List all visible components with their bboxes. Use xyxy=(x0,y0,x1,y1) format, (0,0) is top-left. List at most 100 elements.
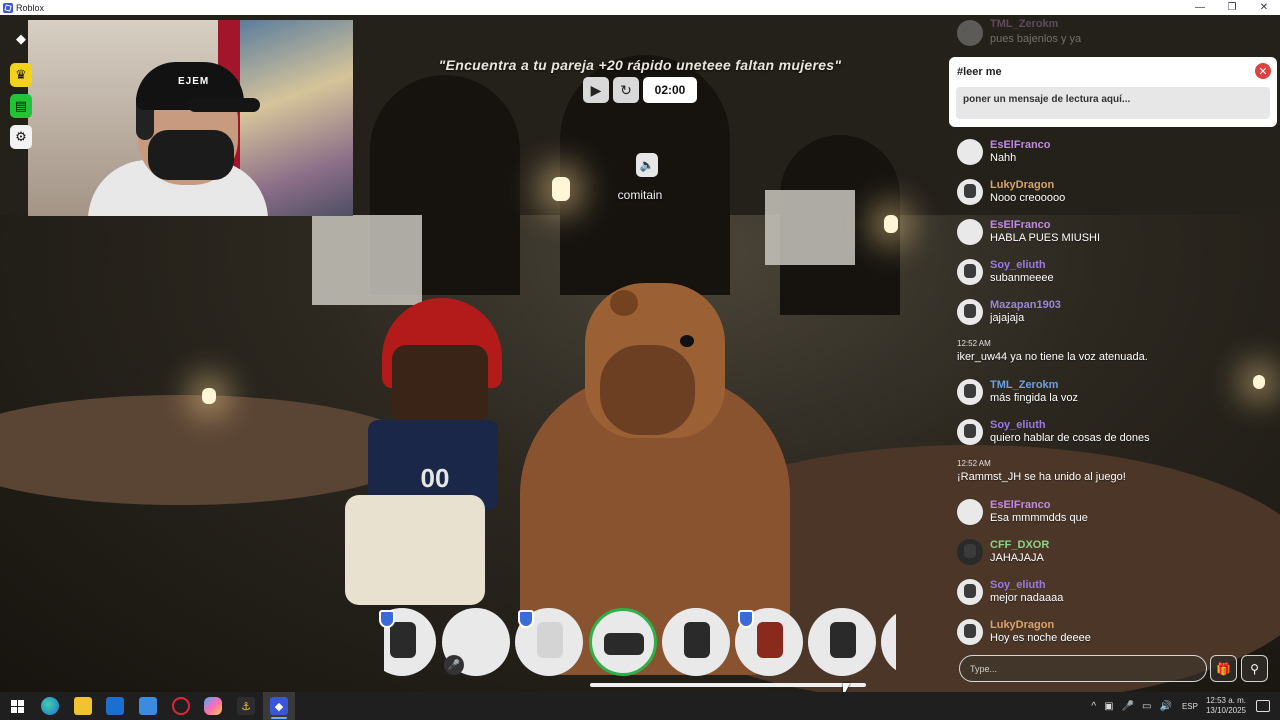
chat-message: LukyDragon Hoy es noche deeee xyxy=(957,618,1277,658)
chat-input[interactable]: Type... xyxy=(959,655,1207,682)
window-controls: — ❐ ✕ xyxy=(1184,0,1280,15)
lamp-1 xyxy=(552,177,570,201)
avatar-jersey-number: 00 xyxy=(420,463,450,493)
carousel-scrollbar[interactable] xyxy=(590,683,866,687)
network-icon[interactable]: ▭ xyxy=(1142,701,1151,712)
gift-button[interactable]: 🎁 xyxy=(1210,655,1237,682)
chat-icon[interactable]: ▤ xyxy=(10,94,32,118)
roblox-app-icon xyxy=(3,2,13,13)
chat-username[interactable]: Soy_eliuth xyxy=(990,579,1046,591)
chat-message: EsElFranco HABLA PUES MIUSHI xyxy=(957,218,1277,258)
avatar[interactable] xyxy=(957,139,983,165)
chat-username[interactable]: Mazapan1903 xyxy=(990,299,1061,311)
chat-text: más fingida la voz xyxy=(990,392,1079,404)
chat-username[interactable]: LukyDragon xyxy=(990,179,1054,191)
notification-icon[interactable] xyxy=(1256,700,1270,712)
chat-username[interactable]: EsElFranco xyxy=(990,219,1051,231)
chat-message: CFF_DXOR JAHAJAJA xyxy=(957,538,1277,578)
play-button[interactable]: ▶ xyxy=(583,77,609,103)
avatar[interactable] xyxy=(957,539,983,565)
player-avatar[interactable] xyxy=(662,608,730,676)
avatar-figure xyxy=(537,622,563,658)
shield-icon xyxy=(738,610,754,628)
crown-icon[interactable]: ♛ xyxy=(10,63,32,87)
shield-icon xyxy=(518,610,534,628)
chat-message-list[interactable]: EsElFranco Nahh LukyDragon Nooo creooooo EsE… xyxy=(957,138,1277,658)
chat-text: pues bajenlos y ya xyxy=(990,33,1082,45)
tray-overflow-icon[interactable]: ^ xyxy=(1091,701,1096,712)
round-timer: 02:00 xyxy=(643,77,697,103)
close-window-button[interactable]: ✕ xyxy=(1248,0,1280,15)
chat-username[interactable]: TML_Zerokm xyxy=(990,379,1058,391)
avatar[interactable] xyxy=(957,579,983,605)
streamer-mask xyxy=(148,130,234,180)
close-icon[interactable]: ✕ xyxy=(1255,63,1271,79)
avatar[interactable] xyxy=(957,299,983,325)
chat-text: ¡Rammst_JH se ha unido al juego! xyxy=(957,471,1126,483)
avatar[interactable] xyxy=(957,619,983,645)
roblox-menu-icon[interactable]: ◆ xyxy=(10,27,32,51)
pinned-app-icon[interactable]: ⚓ xyxy=(237,697,255,715)
chat-message: EsElFranco Esa mmmmdds que xyxy=(957,498,1277,538)
outlook-icon[interactable] xyxy=(106,697,124,715)
people-button[interactable]: ⚲ xyxy=(1241,655,1268,682)
chat-username[interactable]: Soy_eliuth xyxy=(990,259,1046,271)
play-icon: ▶ xyxy=(590,81,602,98)
avatar[interactable] xyxy=(957,259,983,285)
avatar[interactable] xyxy=(957,219,983,245)
opera-browser-icon[interactable] xyxy=(172,697,190,715)
window-titlebar: Roblox — ❐ ✕ xyxy=(0,0,1280,15)
chat-text: HABLA PUES MIUSHI xyxy=(990,232,1101,244)
avatar[interactable] xyxy=(957,379,983,405)
player-avatar[interactable] xyxy=(808,608,876,676)
active-app-indicator xyxy=(271,717,287,719)
avatar-head xyxy=(392,345,488,425)
avatar-legs xyxy=(345,495,485,605)
tray-app-icon[interactable]: ▣ xyxy=(1104,701,1113,712)
avatar-figure xyxy=(684,622,710,658)
chat-username[interactable]: EsElFranco xyxy=(990,499,1051,511)
chat-username[interactable]: EsElFranco xyxy=(990,139,1051,151)
streamer-cap-brim xyxy=(188,98,260,112)
capybara-snout xyxy=(600,345,695,435)
capybara-eye xyxy=(680,335,694,347)
reset-button[interactable]: ↻ xyxy=(613,77,639,103)
avatar[interactable] xyxy=(957,419,983,445)
chat-username[interactable]: TML_Zerokm xyxy=(990,18,1058,30)
speaker-icon: 🔈 xyxy=(636,153,658,177)
player-avatar-selected[interactable] xyxy=(589,608,657,676)
chat-text: quiero hablar de cosas de dones xyxy=(990,432,1150,444)
volume-icon[interactable]: 🔊 xyxy=(1159,701,1171,712)
gear-icon[interactable]: ⚙ xyxy=(10,125,32,149)
copilot-icon[interactable] xyxy=(204,697,222,715)
room-topic-message: "Encuentra a tu pareja +20 rápido unetee… xyxy=(438,57,842,73)
avatar xyxy=(957,20,983,46)
maximize-button[interactable]: ❐ xyxy=(1216,0,1248,15)
chat-system-message: 12:52 AM ¡Rammst_JH se ha unido al juego! xyxy=(957,458,1277,498)
input-language[interactable]: ESP xyxy=(1182,702,1198,711)
avatar-figure xyxy=(757,622,783,658)
avatar-figure xyxy=(390,622,416,658)
minimize-button[interactable]: — xyxy=(1184,0,1216,15)
chat-text: Nahh xyxy=(990,152,1017,164)
roblox-taskbar-icon[interactable]: ◆ xyxy=(270,697,288,715)
chat-message: Mazapan1903 jajajaja xyxy=(957,298,1277,338)
taskbar-clock[interactable]: 12:53 a. m. 13/10/2025 xyxy=(1206,696,1246,716)
store-icon[interactable] xyxy=(139,697,157,715)
windows-start-icon[interactable] xyxy=(8,697,26,715)
people-icon: ⚲ xyxy=(1250,661,1259,676)
microphone-icon[interactable]: 🎤 xyxy=(1122,701,1134,712)
window-title: Roblox xyxy=(16,2,45,13)
file-explorer-icon[interactable] xyxy=(74,697,92,715)
refresh-icon: ↻ xyxy=(620,81,632,98)
chat-message: Soy_eliuth subanmeeee xyxy=(957,258,1277,298)
chat-username[interactable]: Soy_eliuth xyxy=(990,419,1046,431)
avatar[interactable] xyxy=(957,179,983,205)
chat-username[interactable]: CFF_DXOR xyxy=(990,539,1049,551)
edge-browser-icon[interactable] xyxy=(41,697,59,715)
player-avatar[interactable] xyxy=(881,608,896,676)
chat-message: TML_Zerokm más fingida la voz xyxy=(957,378,1277,418)
avatar[interactable] xyxy=(957,499,983,525)
chat-username[interactable]: LukyDragon xyxy=(990,619,1054,631)
clock-time: 12:53 a. m. xyxy=(1205,696,1246,705)
